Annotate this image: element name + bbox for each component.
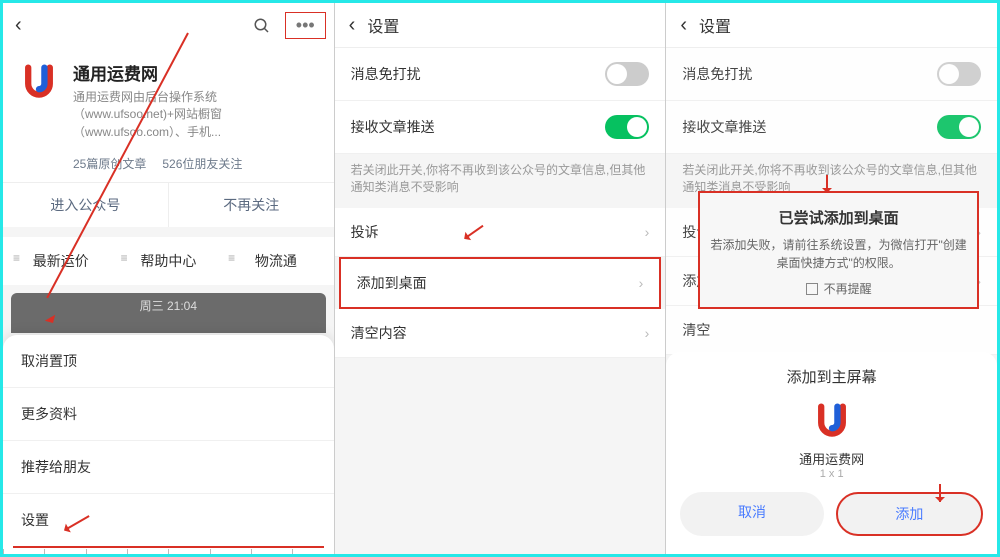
page-title: 设置: [367, 13, 399, 37]
tab-latest-freight[interactable]: ≡最新运价: [7, 237, 115, 285]
add-home-toast: 已尝试添加到桌面 若添加失败，请前往系统设置，为微信打开"创建桌面快捷方式"的权…: [698, 191, 979, 309]
sheet-recommend[interactable]: 推荐给朋友: [3, 441, 334, 494]
annotation-arrow: [939, 484, 941, 502]
ruler-ticks: [3, 549, 334, 554]
toggle-push[interactable]: [937, 115, 981, 139]
chevron-right-icon: ›: [639, 275, 644, 291]
toast-message: 若添加失败，请前往系统设置，为微信打开"创建桌面快捷方式"的权限。: [710, 236, 967, 272]
add-to-home-sheet: 添加到主屏幕 通用运费网 1 x 1 取消 添加: [666, 352, 997, 554]
annotation-arrow: [826, 175, 828, 193]
search-icon[interactable]: [253, 17, 271, 35]
toast-title: 已尝试添加到桌面: [710, 207, 967, 228]
row-receive-push[interactable]: 接收文章推送: [666, 101, 997, 154]
account-description: 通用运费网由后台操作系统（www.ufsoo.net)+网站橱窗（www.ufs…: [73, 89, 320, 141]
chevron-right-icon: ›: [645, 224, 650, 240]
page-title: 设置: [699, 13, 731, 37]
app-icon: [810, 399, 854, 443]
cancel-button[interactable]: 取消: [680, 492, 823, 536]
tab-help-center[interactable]: ≡帮助中心: [115, 237, 223, 285]
action-sheet: 取消置顶 更多资料 推荐给朋友 设置: [3, 335, 334, 554]
chevron-right-icon: ›: [645, 325, 650, 341]
toggle-dnd[interactable]: [605, 62, 649, 86]
row-receive-push[interactable]: 接收文章推送: [335, 101, 666, 154]
row-clear-content[interactable]: 清空: [666, 306, 997, 355]
back-icon[interactable]: ‹: [676, 10, 691, 41]
toggle-push[interactable]: [605, 115, 649, 139]
row-clear-content[interactable]: 清空内容›: [335, 309, 666, 358]
account-name: 通用运费网: [73, 60, 320, 85]
row-complain[interactable]: 投诉›: [335, 208, 666, 257]
row-do-not-disturb[interactable]: 消息免打扰: [666, 48, 997, 101]
account-stats: 25篇原创文章526位朋友关注: [3, 151, 334, 182]
sheet-more-info[interactable]: 更多资料: [3, 388, 334, 441]
back-icon[interactable]: ‹: [11, 10, 26, 41]
tab-logistics[interactable]: ≡物流通: [222, 237, 330, 285]
sheet-settings[interactable]: 设置: [13, 494, 324, 548]
push-hint-text: 若关闭此开关,你将不再收到该公众号的文章信息,但其他通知类消息不受影响: [335, 154, 666, 208]
toast-dont-remind[interactable]: 不再提醒: [710, 280, 967, 297]
article-banner: 周三 21:04: [11, 293, 326, 333]
unfollow-button[interactable]: 不再关注: [169, 183, 334, 227]
app-name: 通用运费网: [680, 449, 983, 468]
toggle-dnd[interactable]: [937, 62, 981, 86]
sheet-title: 添加到主屏幕: [680, 366, 983, 387]
row-add-to-home[interactable]: 添加到桌面›: [341, 259, 660, 307]
app-widget-size: 1 x 1: [680, 468, 983, 480]
back-icon[interactable]: ‹: [345, 10, 360, 41]
add-button[interactable]: 添加: [836, 492, 983, 536]
more-menu-button[interactable]: •••: [285, 12, 326, 39]
account-logo: [17, 60, 61, 104]
row-do-not-disturb[interactable]: 消息免打扰: [335, 48, 666, 101]
checkbox-icon[interactable]: [806, 283, 818, 295]
sheet-unpin[interactable]: 取消置顶: [3, 335, 334, 388]
